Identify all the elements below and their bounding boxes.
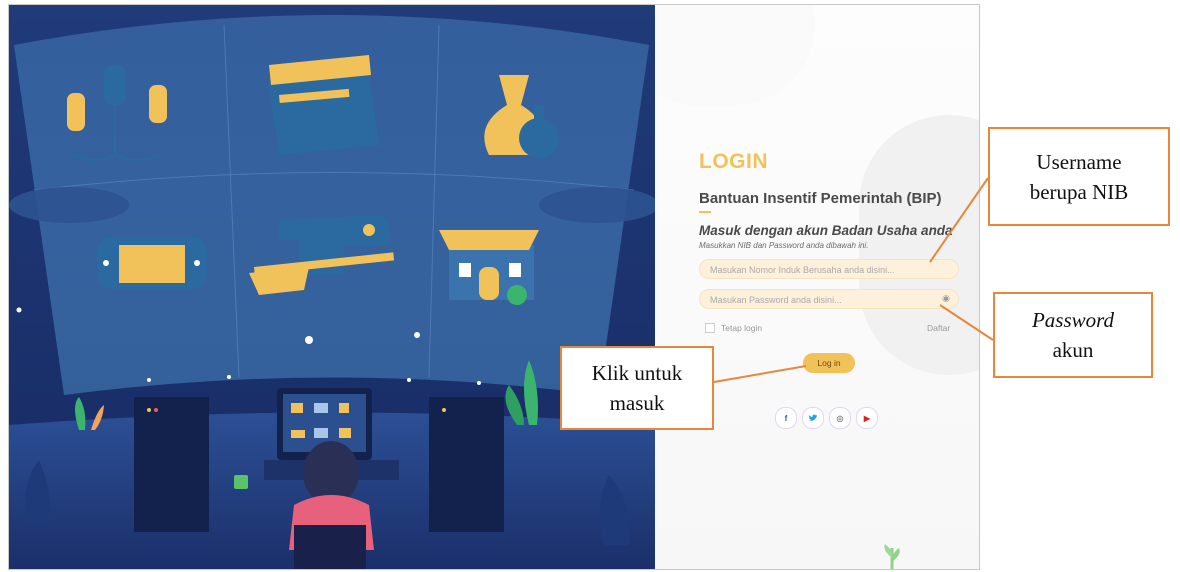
annotation-password: Password akun bbox=[993, 292, 1153, 378]
annotation-username: Username berupa NIB bbox=[988, 127, 1170, 226]
annotation-login-click: Klik untuk masuk bbox=[560, 346, 714, 430]
annotation-lines bbox=[713, 177, 994, 383]
annotation-click-line2: masuk bbox=[609, 391, 665, 415]
annotation-username-line1: Username bbox=[1036, 149, 1122, 174]
annotation-password-line1: Password bbox=[1031, 308, 1115, 332]
annotation-click-line1: Klik untuk bbox=[591, 361, 683, 385]
annotation-username-line2: berupa NIB bbox=[1029, 179, 1129, 204]
annotation-password-line2: akun bbox=[1052, 338, 1094, 362]
